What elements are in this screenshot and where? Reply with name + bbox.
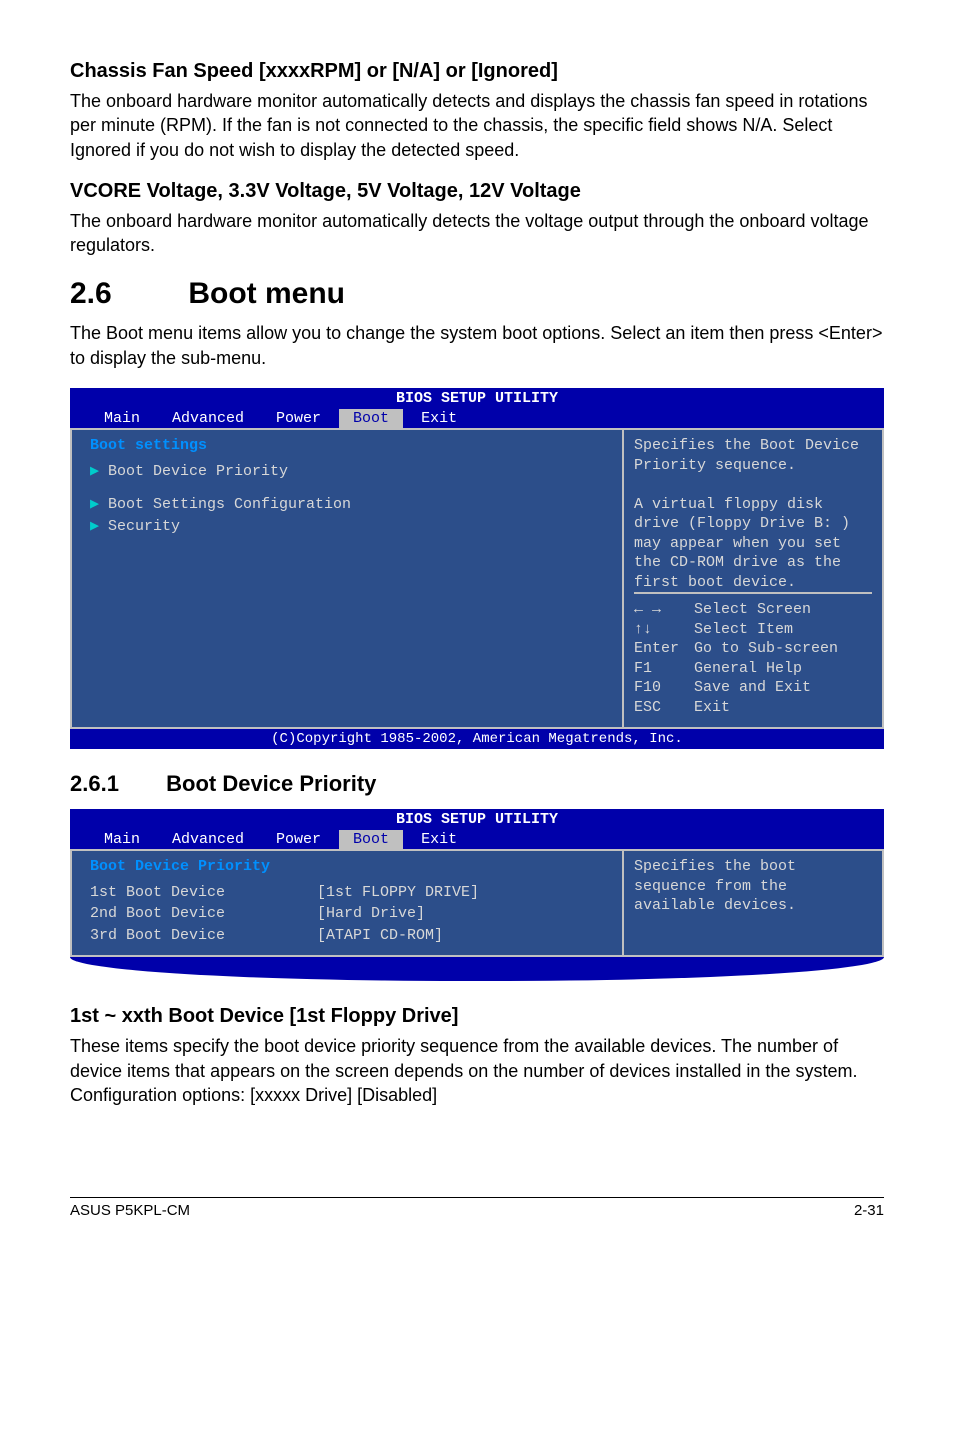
bios-tab-advanced[interactable]: Advanced <box>158 409 258 429</box>
bios-row-3rd-boot[interactable]: 3rd Boot Device [ATAPI CD-ROM] <box>90 926 604 946</box>
bios-row-1st-boot[interactable]: 1st Boot Device [1st FLOPPY DRIVE] <box>90 883 604 903</box>
bios-help-text: Specifies the Boot Device Priority seque… <box>634 436 872 592</box>
arrow-right-icon: ▶ <box>90 517 108 537</box>
section-number: 2.6 <box>70 277 180 311</box>
subsection-title: Boot Device Priority <box>166 771 376 796</box>
bios-copyright: (C)Copyright 1985-2002, American Megatre… <box>70 729 884 749</box>
footer-page-number: 2-31 <box>854 1202 884 1219</box>
bios-row-2nd-boot[interactable]: 2nd Boot Device [Hard Drive] <box>90 904 604 924</box>
bios-main-pane: Boot Device Priority 1st Boot Device [1s… <box>72 851 622 955</box>
para-chassis-fan: The onboard hardware monitor automatical… <box>70 89 884 162</box>
bios-titlebar: BIOS SETUP UTILITY <box>70 388 884 409</box>
footer-product: ASUS P5KPL-CM <box>70 1202 190 1219</box>
para-boot-menu: The Boot menu items allow you to change … <box>70 321 884 370</box>
bios-key-help: ← →Select Screen ↑↓Select Item EnterGo t… <box>634 592 872 717</box>
bios-row-boot-device-priority[interactable]: ▶Boot Device Priority <box>90 462 604 482</box>
para-vcore: The onboard hardware monitor automatical… <box>70 209 884 258</box>
bios-pane-title: Boot settings <box>90 436 604 456</box>
bios-row-boot-settings-config[interactable]: ▶Boot Settings Configuration <box>90 495 604 515</box>
bios-tab-exit[interactable]: Exit <box>407 409 471 429</box>
subsection-number: 2.6.1 <box>70 771 160 797</box>
bios-tab-advanced[interactable]: Advanced <box>158 830 258 850</box>
heading-boot-device-priority: 2.6.1 Boot Device Priority <box>70 771 884 797</box>
page-footer: ASUS P5KPL-CM 2-31 <box>70 1197 884 1219</box>
bios-titlebar: BIOS SETUP UTILITY <box>70 809 884 830</box>
bios-tabs: Main Advanced Power Boot Exit <box>70 830 884 850</box>
bios-tab-exit[interactable]: Exit <box>407 830 471 850</box>
bios-tab-power[interactable]: Power <box>262 830 335 850</box>
bios-main-pane: Boot settings ▶Boot Device Priority ▶Boo… <box>72 430 622 727</box>
heading-boot-menu: 2.6 Boot menu <box>70 277 884 311</box>
heading-chassis-fan: Chassis Fan Speed [xxxxRPM] or [N/A] or … <box>70 60 884 83</box>
section-title: Boot menu <box>188 277 345 310</box>
bios-help-pane: Specifies the Boot Device Priority seque… <box>622 430 882 727</box>
bios-pane-title: Boot Device Priority <box>90 857 604 877</box>
heading-1st-xxth: 1st ~ xxth Boot Device [1st Floppy Drive… <box>70 1005 884 1028</box>
bios-row-security[interactable]: ▶Security <box>90 517 604 537</box>
bios-tab-boot[interactable]: Boot <box>339 409 403 429</box>
bios-help-pane: Specifies the boot sequence from the ava… <box>622 851 882 955</box>
bios-tab-main[interactable]: Main <box>90 409 154 429</box>
bios-tabs: Main Advanced Power Boot Exit <box>70 409 884 429</box>
arrow-right-icon: ▶ <box>90 495 108 515</box>
bios-tab-boot[interactable]: Boot <box>339 830 403 850</box>
bios-tab-power[interactable]: Power <box>262 409 335 429</box>
arrow-right-icon: ▶ <box>90 462 108 482</box>
bios-bottom-curve <box>70 957 884 981</box>
para-1st-xxth: These items specify the boot device prio… <box>70 1034 884 1107</box>
bios-tab-main[interactable]: Main <box>90 830 154 850</box>
bios-screenshot-boot-settings: BIOS SETUP UTILITY Main Advanced Power B… <box>70 388 884 749</box>
heading-vcore: VCORE Voltage, 3.3V Voltage, 5V Voltage,… <box>70 180 884 203</box>
bios-help-text: Specifies the boot sequence from the ava… <box>634 857 872 916</box>
bios-screenshot-boot-device-priority: BIOS SETUP UTILITY Main Advanced Power B… <box>70 809 884 981</box>
